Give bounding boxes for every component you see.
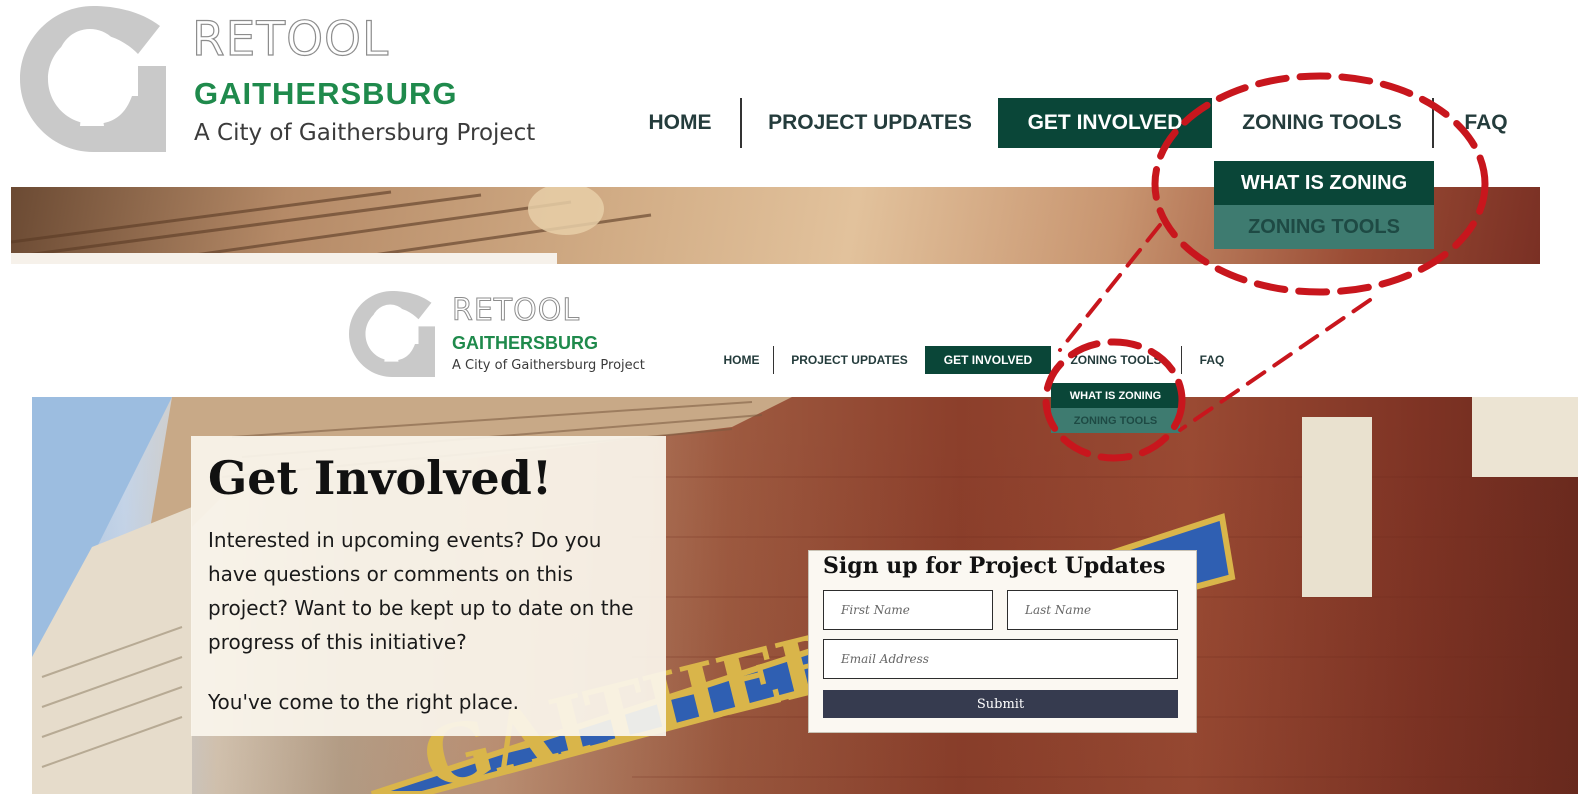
brand-gaithersburg: GAITHERSBURG bbox=[194, 76, 458, 111]
first-name-field[interactable]: First Name bbox=[823, 590, 993, 630]
nav-get-involved[interactable]: GET INVOLVED bbox=[925, 346, 1051, 374]
tree-logo-icon bbox=[20, 6, 166, 152]
submit-button[interactable]: Submit bbox=[823, 690, 1178, 718]
dropdown-what-is-zoning[interactable]: WHAT IS ZONING bbox=[1051, 383, 1180, 408]
last-name-field[interactable]: Last Name bbox=[1007, 590, 1178, 630]
zoning-dropdown: WHAT IS ZONING ZONING TOOLS bbox=[1051, 383, 1180, 433]
nav-faq[interactable]: FAQ bbox=[1182, 346, 1242, 374]
brand-retool: RETOOL bbox=[451, 293, 581, 329]
nav-zoning-tools[interactable]: ZONING TOOLS bbox=[1051, 346, 1181, 374]
dropdown-what-is-zoning[interactable]: WHAT IS ZONING bbox=[1214, 161, 1434, 205]
brand-tagline: A City of Gaithersburg Project bbox=[194, 120, 536, 146]
dropdown-zoning-tools[interactable]: ZONING TOOLS bbox=[1214, 205, 1434, 249]
nav-zoning-tools[interactable]: ZONING TOOLS bbox=[1212, 98, 1432, 148]
nav-faq[interactable]: FAQ bbox=[1434, 98, 1538, 148]
nav-project-updates[interactable]: PROJECT UPDATES bbox=[774, 346, 925, 374]
brand-retool: RETOOL bbox=[191, 11, 390, 67]
tree-logo-icon bbox=[349, 291, 435, 377]
zoning-dropdown-zoomed: WHAT IS ZONING ZONING TOOLS bbox=[1214, 161, 1434, 249]
email-field[interactable]: Email Address bbox=[823, 639, 1178, 679]
signup-title: Sign up for Project Updates bbox=[823, 553, 1166, 579]
main-nav: HOME PROJECT UPDATES GET INVOLVED ZONING… bbox=[620, 98, 1538, 148]
nav-home[interactable]: HOME bbox=[710, 346, 773, 374]
site-header bbox=[0, 264, 1578, 397]
main-nav: HOME PROJECT UPDATES GET INVOLVED ZONING… bbox=[710, 346, 1242, 374]
brand-gaithersburg: GAITHERSBURG bbox=[452, 333, 599, 353]
page-title: Get Involved! bbox=[208, 451, 553, 505]
nav-project-updates[interactable]: PROJECT UPDATES bbox=[742, 98, 998, 148]
brand-tagline: A City of Gaithersburg Project bbox=[452, 358, 645, 373]
intro-closing: You've come to the right place. bbox=[208, 690, 519, 714]
zoomed-header: RETOOL GAITHERSBURG A City of Gaithersbu… bbox=[0, 0, 1578, 187]
intro-body: Interested in upcoming events? Do you ha… bbox=[208, 528, 634, 654]
nav-home[interactable]: HOME bbox=[620, 98, 740, 148]
nav-get-involved[interactable]: GET INVOLVED bbox=[998, 98, 1212, 148]
dropdown-zoning-tools[interactable]: ZONING TOOLS bbox=[1051, 408, 1180, 433]
